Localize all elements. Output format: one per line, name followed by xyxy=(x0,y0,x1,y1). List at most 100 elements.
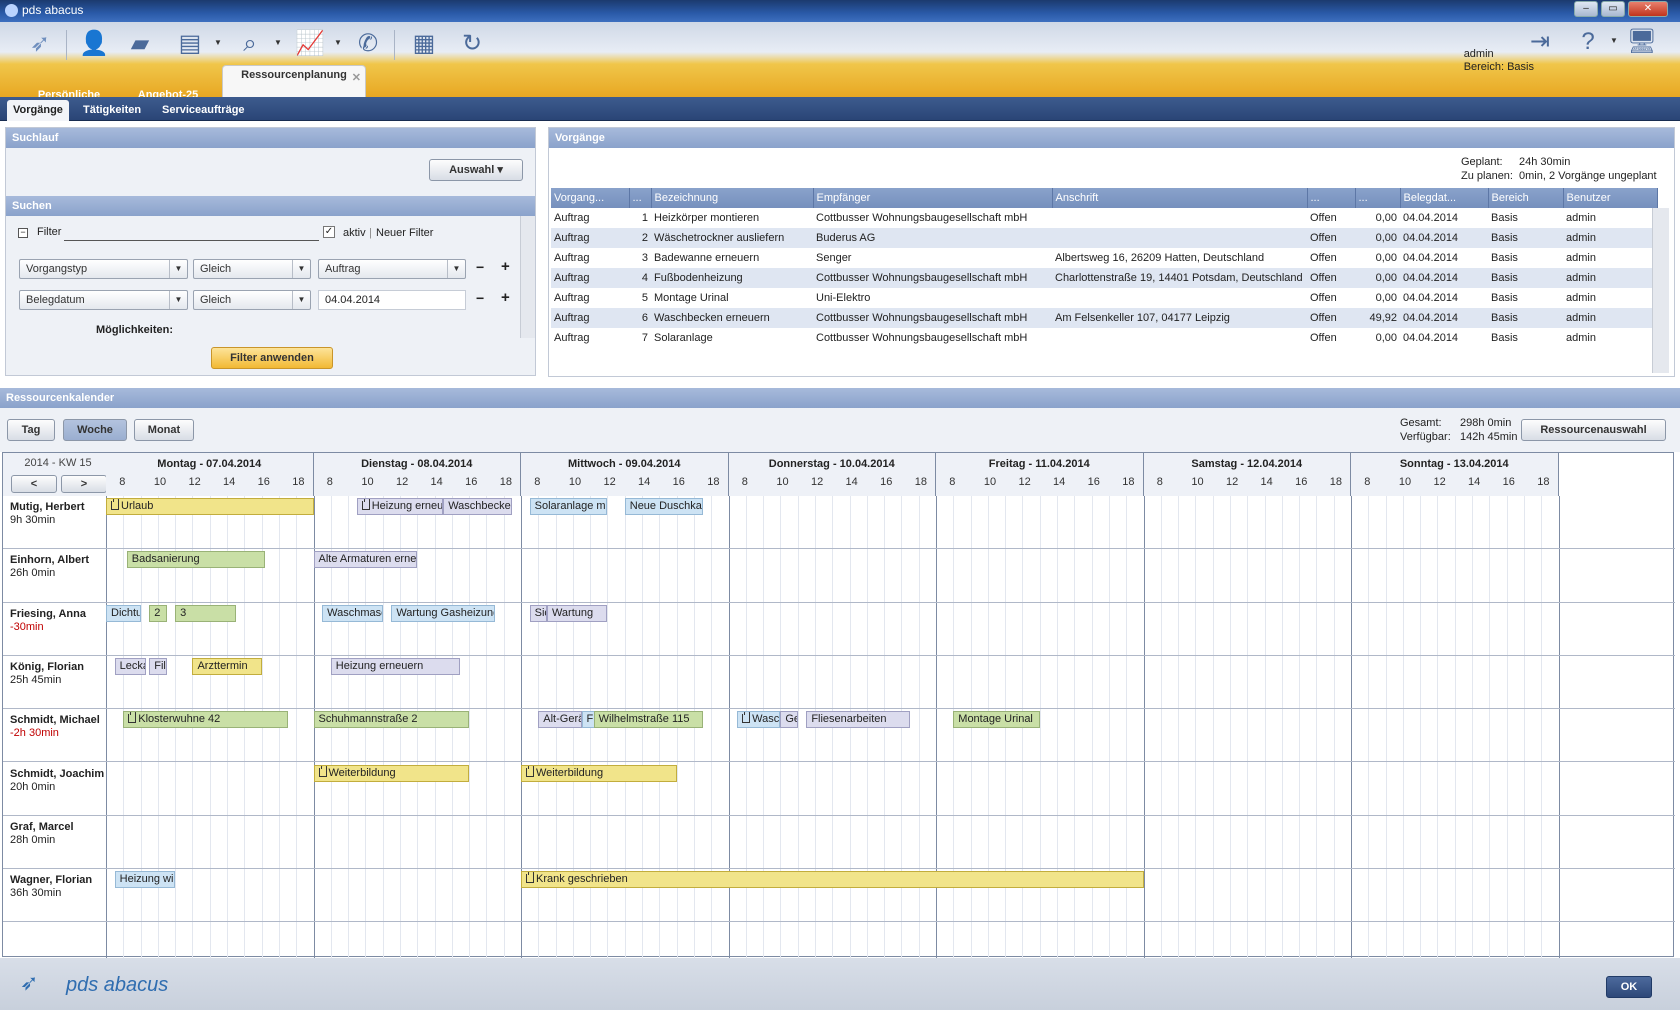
neuer-filter-link[interactable]: Neuer Filter xyxy=(376,227,433,239)
prev-week-button[interactable]: < xyxy=(11,475,57,493)
column-header[interactable]: Bereich xyxy=(1488,188,1564,208)
search-scrollbar[interactable] xyxy=(520,216,535,338)
aktiv-checkbox[interactable]: ✓ xyxy=(323,226,335,238)
remove-filter-icon[interactable]: − xyxy=(476,290,484,306)
resource-name[interactable]: Mutig, Herbert xyxy=(10,500,85,514)
search-document-icon[interactable]: ⌕ xyxy=(234,28,266,60)
filter-value-select[interactable]: Auftrag ▼ xyxy=(318,259,466,279)
calendar-event[interactable]: Wartung Gasheizung xyxy=(391,604,496,622)
resource-name[interactable]: Wagner, Florian xyxy=(10,873,92,887)
table-row[interactable]: Auftrag 6 Waschbecken erneuern Cottbusser W… xyxy=(551,308,1657,328)
tab-ressourcenplanung[interactable]: Ressourcenplanung ✕ xyxy=(222,65,366,97)
column-header[interactable]: ... xyxy=(1307,188,1356,208)
column-header[interactable]: ... xyxy=(629,188,652,208)
chart-icon[interactable]: 📈 xyxy=(294,28,326,60)
column-header[interactable]: Empfänger xyxy=(813,188,1053,208)
resource-name[interactable]: Einhorn, Albert xyxy=(10,553,89,567)
table-row[interactable]: Auftrag 5 Montage Urinal Uni-Elektro Offen 0,… xyxy=(551,288,1657,308)
calendar-clipboard-icon[interactable]: ▦ xyxy=(408,28,440,60)
view-woche-button[interactable]: Woche xyxy=(63,419,127,441)
column-header[interactable]: Benutzer xyxy=(1563,188,1658,208)
resource-name[interactable]: König, Florian xyxy=(10,660,84,674)
help-icon[interactable]: ? xyxy=(1572,26,1604,58)
column-header[interactable]: ... xyxy=(1355,188,1401,208)
home-icon[interactable]: ➶ xyxy=(24,28,56,60)
subtab-taetigkeiten[interactable]: Tätigkeiten xyxy=(77,100,147,121)
chevron-down-icon[interactable]: ▼ xyxy=(274,38,282,47)
calendar-event[interactable]: Wascl xyxy=(737,711,781,729)
auswahl-button[interactable]: Auswahl ▾ xyxy=(429,159,523,181)
chevron-down-icon[interactable]: ▼ xyxy=(334,38,342,47)
calendar-event[interactable]: Alt-Gerä xyxy=(538,711,582,729)
new-folder-icon[interactable]: ▰ xyxy=(124,28,156,60)
calendar-event[interactable]: Krank geschrieben xyxy=(521,871,1144,889)
add-person-icon[interactable]: 👤 xyxy=(78,28,110,60)
calendar-event[interactable]: Heizung wir xyxy=(114,871,176,889)
view-monat-button[interactable]: Monat xyxy=(134,419,194,441)
column-header[interactable]: Belegdat... xyxy=(1400,188,1489,208)
filter-operator-select[interactable]: Gleich ▼ xyxy=(193,290,311,310)
table-row[interactable]: Auftrag 1 Heizkörper montieren Cottbusser W… xyxy=(551,208,1657,228)
refresh-icon[interactable]: ↻ xyxy=(456,28,488,60)
column-header[interactable]: Anschrift xyxy=(1052,188,1308,208)
calendar-event[interactable]: 3 xyxy=(175,604,236,622)
ok-button[interactable]: OK xyxy=(1606,976,1652,998)
calendar-event[interactable]: Heizung erneuern xyxy=(356,498,444,515)
calendar-event[interactable]: Ge xyxy=(780,711,798,729)
filter-anwenden-button[interactable]: Filter anwenden xyxy=(211,347,333,369)
calendar-event[interactable]: Dichtun xyxy=(106,604,141,622)
calendar-event[interactable]: Sic xyxy=(529,604,547,622)
ressourcenauswahl-button[interactable]: Ressourcenauswahl xyxy=(1521,419,1666,441)
table-row[interactable]: Auftrag 7 Solaranlage Cottbusser Wohnungsba… xyxy=(551,328,1657,348)
calendar-event[interactable]: Wartung xyxy=(546,604,608,622)
calendar-event[interactable]: Lecka xyxy=(114,657,146,675)
filter-operator-select[interactable]: Gleich ▼ xyxy=(193,259,311,279)
table-row[interactable]: Auftrag 3 Badewanne erneuern Senger Albertsw… xyxy=(551,248,1657,268)
calendar-event[interactable]: Schuhmannstraße 2 xyxy=(313,711,470,729)
export-icon[interactable]: ⇥ xyxy=(1524,26,1556,58)
resource-name[interactable]: Friesing, Anna xyxy=(10,607,86,621)
add-filter-icon[interactable]: + xyxy=(501,258,510,275)
calendar-event[interactable]: Waschbecken xyxy=(443,498,513,515)
filter-name-field[interactable] xyxy=(64,240,319,241)
resource-name[interactable]: Graf, Marcel xyxy=(10,820,74,834)
phone-icon[interactable]: ✆ xyxy=(352,28,384,60)
calendar-event[interactable]: Wilhelmstraße 115 xyxy=(593,711,703,729)
chevron-down-icon[interactable]: ▼ xyxy=(214,38,222,47)
resource-name[interactable]: Schmidt, Michael xyxy=(10,713,100,727)
next-week-button[interactable]: > xyxy=(61,475,107,493)
calendar-event[interactable]: Fliesenarbeiten xyxy=(806,711,911,729)
calendar-event[interactable]: Alte Armaturen erneu xyxy=(313,551,418,569)
filter-field-select[interactable]: Belegdatum ▼ xyxy=(19,290,188,310)
calendar-event[interactable]: Montage Urinal xyxy=(953,711,1040,729)
remove-filter-icon[interactable]: − xyxy=(476,259,484,275)
calendar-event[interactable]: Solaranlage mac xyxy=(529,498,608,515)
calendar-event[interactable]: Weiterbildung xyxy=(521,764,677,782)
table-scrollbar[interactable] xyxy=(1652,208,1669,373)
calendar-event[interactable]: Filt xyxy=(149,657,167,675)
add-filter-icon[interactable]: + xyxy=(501,289,510,306)
new-document-icon[interactable]: ▤ xyxy=(174,28,206,60)
maximize-button[interactable]: ▭ xyxy=(1601,1,1625,17)
subtab-vorgaenge[interactable]: Vorgänge xyxy=(7,100,69,121)
minimize-button[interactable]: – xyxy=(1574,1,1598,17)
calendar-event[interactable]: Badsanierung xyxy=(126,551,266,569)
close-button[interactable]: ✕ xyxy=(1628,1,1668,17)
calendar-event[interactable]: Arzttermin xyxy=(192,657,262,675)
chevron-down-icon[interactable]: ▼ xyxy=(1610,36,1618,45)
subtab-serviceauftraege[interactable]: Serviceaufträge xyxy=(156,100,251,121)
resource-name[interactable]: Schmidt, Joachim xyxy=(10,767,104,781)
calendar-event[interactable]: Urlaub xyxy=(106,498,314,515)
close-icon[interactable]: ✕ xyxy=(352,72,361,85)
view-tag-button[interactable]: Tag xyxy=(7,419,55,441)
calendar-event[interactable]: Heizung erneuern xyxy=(330,657,461,675)
filter-field-select[interactable]: Vorgangstyp ▼ xyxy=(19,259,188,279)
calendar-event[interactable]: Neue Duschkabi xyxy=(624,498,703,515)
calendar-event[interactable]: 2 xyxy=(149,604,167,622)
collapse-icon[interactable]: − xyxy=(18,228,28,238)
column-header[interactable]: Vorgang... xyxy=(551,188,630,208)
monitor-icon[interactable]: 🖥 xyxy=(1626,26,1658,58)
calendar-event[interactable]: Klosterwuhne 42 xyxy=(123,711,288,729)
table-row[interactable]: Auftrag 2 Wäschetrockner ausliefern Buderus… xyxy=(551,228,1657,248)
filter-date-input[interactable]: 04.04.2014 xyxy=(318,290,466,310)
